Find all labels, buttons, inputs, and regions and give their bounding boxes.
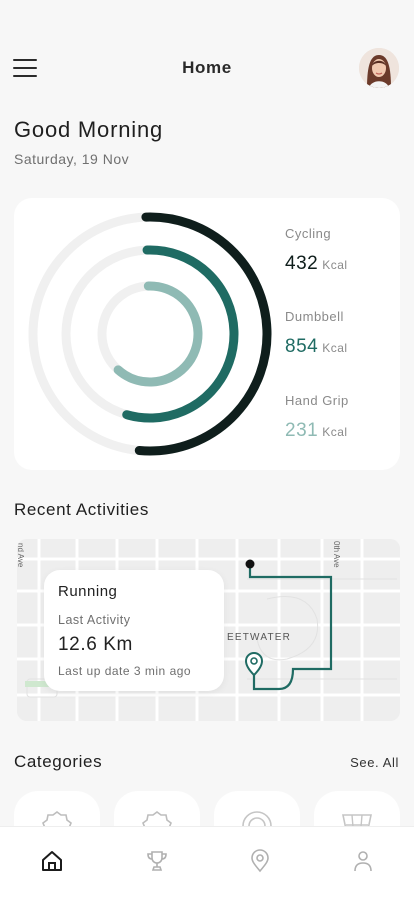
- activity-title: Running: [58, 583, 118, 600]
- stat-cycling: Cycling 432 Kcal: [285, 226, 395, 275]
- stat-value: 231: [285, 420, 319, 441]
- activity-distance: 12.6 Km: [58, 634, 133, 655]
- activity-card[interactable]: Running Last Activity 12.6 Km Last up da…: [44, 570, 224, 691]
- stat-value: 432: [285, 253, 319, 274]
- progress-rings: [28, 212, 272, 456]
- avatar[interactable]: [359, 48, 399, 88]
- profile-icon: [354, 851, 372, 872]
- trophy-icon: [147, 851, 167, 871]
- stat-value: 854: [285, 336, 319, 357]
- stat-label: Cycling: [285, 226, 332, 241]
- stat-hand-grip: Hand Grip 231 Kcal: [285, 393, 395, 442]
- calories-summary-card: Cycling 432 Kcal Dumbbell 854 Kcal Hand Gr…: [14, 198, 400, 470]
- tab-home[interactable]: [40, 849, 64, 873]
- stat-dumbbell: Dumbbell 854 Kcal: [285, 309, 395, 358]
- tab-bar: [0, 826, 414, 897]
- stat-label: Hand Grip: [285, 393, 349, 408]
- recent-activities-title: Recent Activities: [14, 500, 149, 519]
- location-icon: [251, 849, 269, 873]
- tab-map[interactable]: [248, 849, 272, 873]
- header: Home: [0, 44, 414, 92]
- categories-title: Categories: [14, 752, 103, 771]
- activity-subtitle: Last Activity: [58, 613, 131, 627]
- stat-unit: Kcal: [322, 341, 348, 355]
- map-place-label: EETWATER: [227, 632, 292, 643]
- map-street-label: nd Ave: [17, 543, 25, 568]
- stat-unit: Kcal: [322, 258, 348, 272]
- map-street-label: 0th Ave: [332, 541, 341, 568]
- tab-profile[interactable]: [351, 849, 375, 873]
- see-all-link[interactable]: See. All: [350, 755, 399, 770]
- activity-updated: Last up date 3 min ago: [58, 664, 192, 678]
- stat-unit: Kcal: [322, 425, 348, 439]
- page-title: Home: [182, 58, 232, 77]
- date-label: Saturday, 19 Nov: [14, 151, 130, 167]
- home-icon: [42, 851, 62, 871]
- tab-achievements[interactable]: [145, 849, 169, 873]
- stat-label: Dumbbell: [285, 309, 344, 324]
- greeting-title: Good Morning: [14, 117, 164, 142]
